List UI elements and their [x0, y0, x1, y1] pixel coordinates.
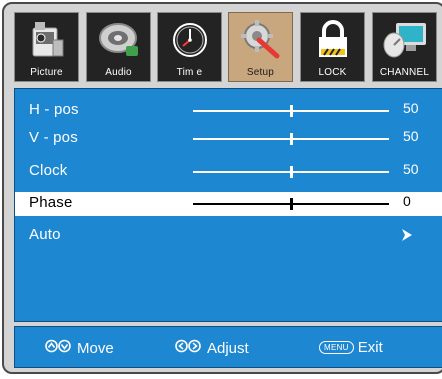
tab-channel[interactable]: CHANNEL: [372, 12, 437, 82]
move-hint: Move: [45, 339, 114, 357]
setting-label: Phase: [29, 194, 73, 211]
tab-lock[interactable]: LOCK: [300, 12, 365, 82]
setting-row-v-pos[interactable]: V - pos 50: [15, 127, 442, 151]
setting-row-phase[interactable]: Phase 0: [15, 192, 442, 216]
setting-label: H - pos: [29, 101, 79, 118]
setting-value: 50: [403, 100, 419, 116]
setting-label: Auto: [29, 226, 61, 243]
setting-label: Clock: [29, 162, 68, 179]
tab-label: Tim e: [176, 67, 203, 78]
setting-row-clock[interactable]: Clock 50: [15, 160, 442, 184]
adjust-label: Adjust: [207, 339, 249, 357]
clock-icon: [158, 17, 221, 63]
lock-icon: [301, 17, 364, 63]
tab-label: CHANNEL: [379, 67, 430, 78]
tab-setup[interactable]: Setup: [228, 12, 293, 82]
slider-knob[interactable]: [290, 166, 293, 178]
phase-slider[interactable]: [193, 198, 389, 210]
tab-label: Audio: [105, 67, 132, 78]
left-right-arrows-icon: [175, 339, 201, 357]
v-pos-slider[interactable]: [193, 133, 389, 145]
exit-hint: MENU Exit: [319, 339, 383, 356]
tab-label: Picture: [30, 67, 63, 78]
slider-knob[interactable]: [290, 133, 293, 145]
adjust-hint: Adjust: [175, 339, 249, 357]
tab-picture[interactable]: Picture: [14, 12, 79, 82]
h-pos-slider[interactable]: [193, 105, 389, 117]
arrow-right-icon[interactable]: [401, 228, 413, 247]
slider-knob[interactable]: [290, 198, 293, 210]
settings-panel: H - pos 50 V - pos 50 Clock 50 Phase 0 A…: [14, 88, 442, 322]
tab-label: LOCK: [318, 67, 347, 78]
tv-icon: [15, 17, 78, 63]
setting-row-h-pos[interactable]: H - pos 50: [15, 99, 442, 123]
clock-slider[interactable]: [193, 166, 389, 178]
setting-label: V - pos: [29, 129, 78, 146]
tab-time[interactable]: Tim e: [157, 12, 222, 82]
menu-key-icon: MENU: [319, 341, 354, 354]
wrench-icon: [229, 17, 292, 63]
slider-knob[interactable]: [290, 105, 293, 117]
osd-menu: Picture Audio Tim e Setup LOCK CHANNEL H…: [2, 2, 442, 374]
tab-audio[interactable]: Audio: [86, 12, 151, 82]
setting-row-auto[interactable]: Auto: [15, 224, 442, 248]
setting-value: 0: [403, 193, 411, 209]
satellite-icon: [373, 17, 436, 63]
speaker-icon: [87, 17, 150, 63]
up-down-arrows-icon: [45, 339, 71, 357]
hint-bar: Move Adjust MENU Exit: [14, 326, 442, 368]
setting-value: 50: [403, 128, 419, 144]
tab-label: Setup: [246, 67, 275, 78]
move-label: Move: [77, 339, 114, 357]
exit-label: Exit: [357, 339, 383, 356]
setting-value: 50: [403, 161, 419, 177]
